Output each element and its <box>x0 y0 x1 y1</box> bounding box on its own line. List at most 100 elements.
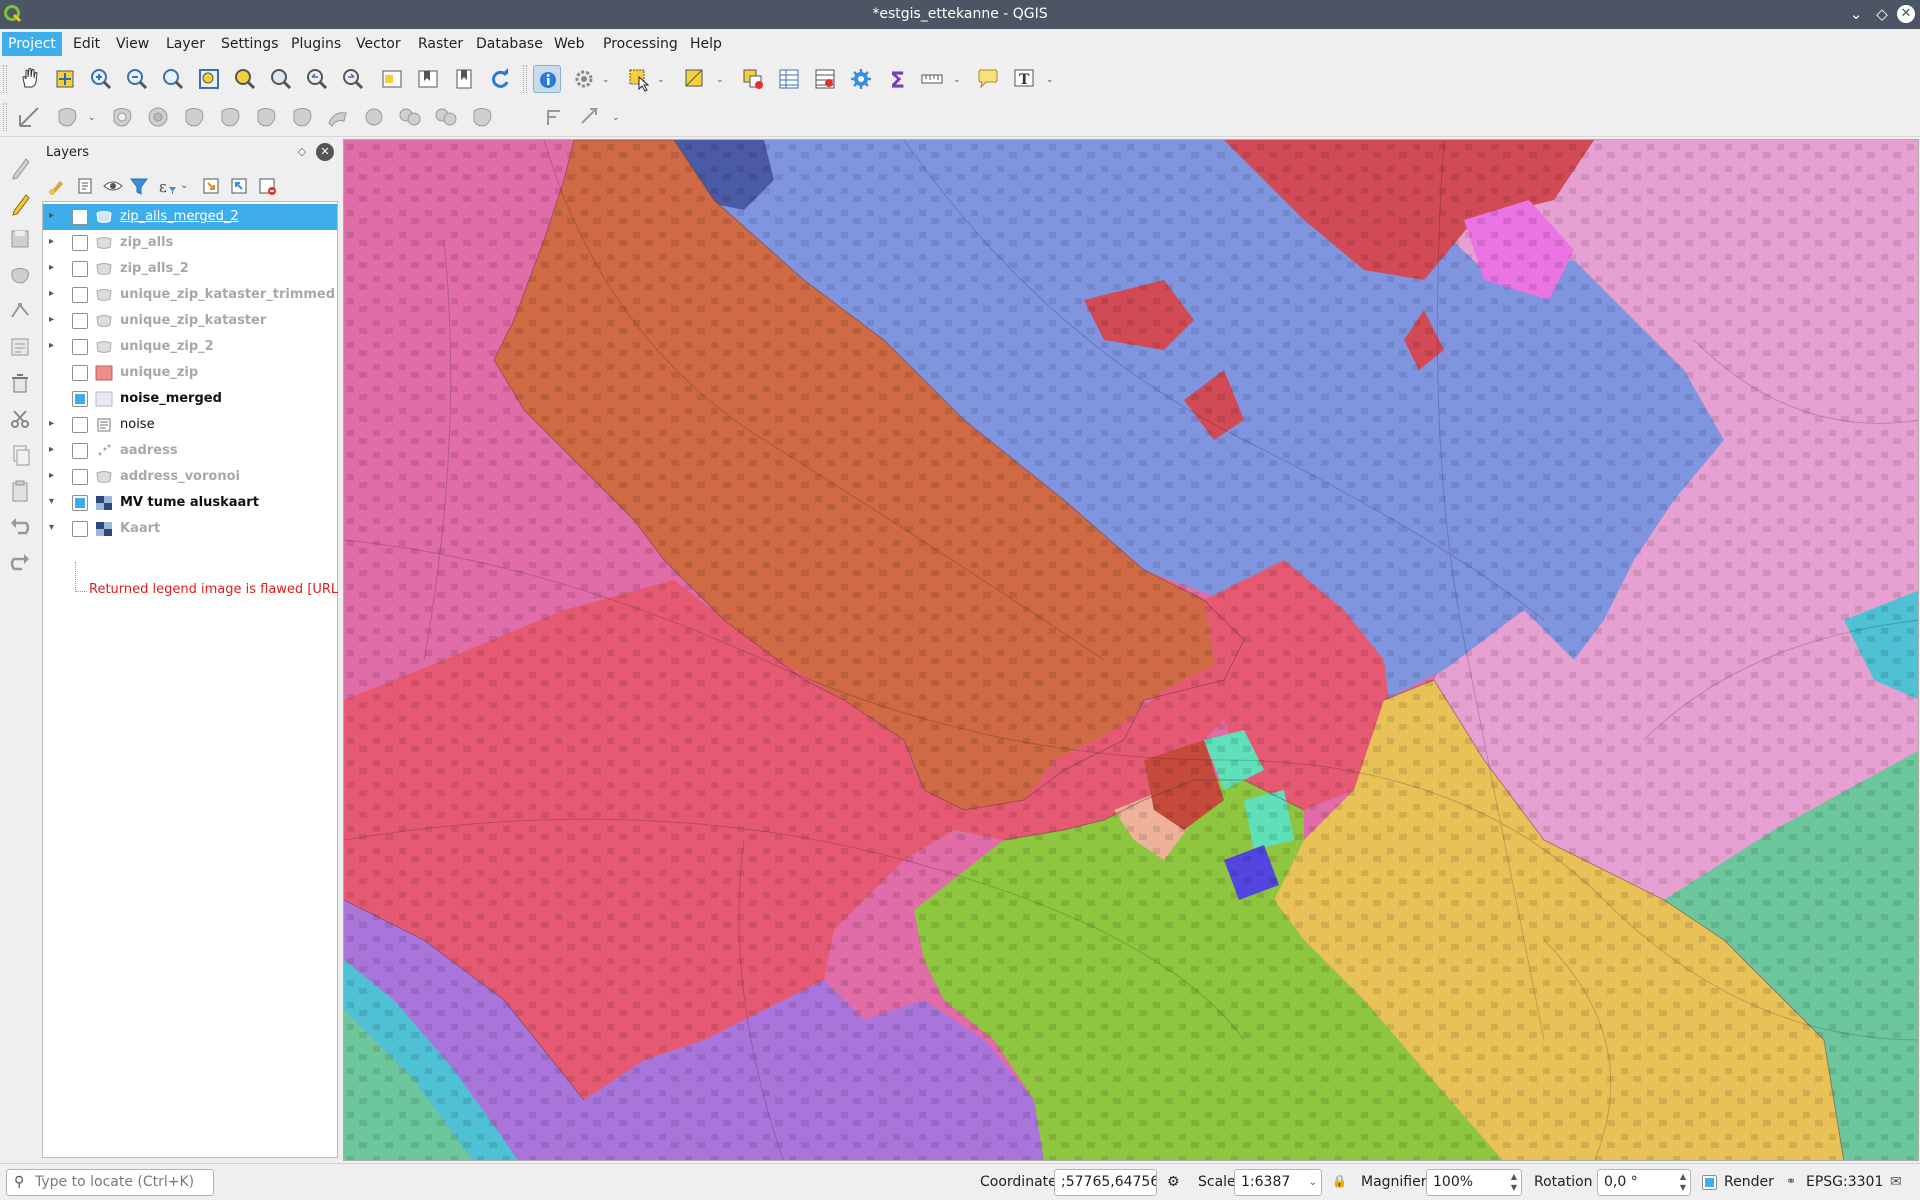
menu-edit[interactable]: Edit <box>67 32 106 56</box>
undo-icon[interactable] <box>6 513 34 541</box>
lock-scale-icon[interactable]: 🔒 <box>1332 1174 1347 1188</box>
magnifier-spinbox[interactable]: 100% ▲ ▼ <box>1426 1169 1522 1196</box>
layer-visibility-checkbox[interactable] <box>72 495 88 511</box>
pan-map-icon[interactable] <box>15 65 43 93</box>
dropdown-arrow-icon[interactable]: ⌄ <box>612 113 622 123</box>
layer-visibility-checkbox[interactable] <box>72 417 88 433</box>
filter-legend-icon[interactable] <box>128 175 150 197</box>
show-bookmarks-icon[interactable] <box>450 65 478 93</box>
merge-attributes-icon[interactable] <box>432 103 460 131</box>
expand-arrow-icon[interactable]: ▸ <box>49 314 61 326</box>
layer-tree[interactable]: ▸ zip_alls_merged_2 ▸ zip_alls ▸ zip_all… <box>42 201 338 1158</box>
split-features-icon[interactable] <box>324 103 352 131</box>
expand-arrow-icon[interactable]: ▸ <box>49 444 61 456</box>
layer-visibility-checkbox[interactable] <box>72 339 88 355</box>
delete-selected-icon[interactable] <box>6 369 34 397</box>
statistical-summary-icon[interactable] <box>811 65 839 93</box>
layer-row-unique-zip-2[interactable]: ▸ unique_zip_2 <box>43 334 337 360</box>
layer-row-noise-merged[interactable]: noise_merged <box>43 386 337 412</box>
menu-processing[interactable]: Processing <box>597 32 684 56</box>
style-manager-icon[interactable] <box>46 175 68 197</box>
layer-row-unique-zip-kataster[interactable]: ▸ unique_zip_kataster <box>43 308 337 334</box>
reshape-icon[interactable] <box>252 103 280 131</box>
layer-row-aadress[interactable]: ▸ aadress <box>43 438 337 464</box>
layer-visibility-checkbox[interactable] <box>72 443 88 459</box>
layer-visibility-checkbox[interactable] <box>72 365 88 381</box>
menu-project[interactable]: Project <box>2 32 62 56</box>
collapse-arrow-icon[interactable]: ▾ <box>49 496 61 508</box>
menu-plugins[interactable]: Plugins <box>285 32 347 56</box>
open-attribute-table-icon[interactable] <box>775 65 803 93</box>
run-action-icon[interactable] <box>570 65 598 93</box>
toggle-extents-icon[interactable]: ⚙ <box>1167 1174 1180 1190</box>
layer-row-zip-alls-merged-2[interactable]: ▸ zip_alls_merged_2 <box>43 204 337 230</box>
toggle-editing-icon[interactable] <box>6 189 34 217</box>
menu-layer[interactable]: Layer <box>160 32 211 56</box>
map-canvas[interactable] <box>343 139 1919 1161</box>
zoom-in-icon[interactable] <box>87 65 115 93</box>
zoom-native-icon[interactable] <box>159 65 187 93</box>
scale-combobox[interactable]: 1:6387 ⌄ <box>1234 1169 1322 1196</box>
layer-row-noise[interactable]: ▸ noise <box>43 412 337 438</box>
layer-row-address-voronoi[interactable]: ▸ address_voronoi <box>43 464 337 490</box>
render-checkbox[interactable] <box>1702 1175 1717 1190</box>
toolbox-icon[interactable] <box>847 65 875 93</box>
collapse-arrow-icon[interactable]: ▾ <box>49 522 61 534</box>
redo-icon[interactable] <box>6 549 34 577</box>
remove-layer-icon[interactable] <box>256 175 278 197</box>
fill-ring-icon[interactable] <box>144 103 172 131</box>
add-ring-icon[interactable] <box>53 103 81 131</box>
new-map-view-icon[interactable] <box>378 65 406 93</box>
dropdown-arrow-icon[interactable]: ⌄ <box>1046 75 1056 85</box>
manage-visibility-icon[interactable] <box>102 175 124 197</box>
current-edits-icon[interactable] <box>6 153 34 181</box>
dropdown-arrow-icon[interactable]: ⌄ <box>602 75 612 85</box>
expand-arrow-icon[interactable]: ▸ <box>49 470 61 482</box>
menu-help[interactable]: Help <box>684 32 728 56</box>
reverse-line-icon[interactable] <box>576 103 604 131</box>
toolbar-grip[interactable] <box>523 65 527 93</box>
zoom-out-icon[interactable] <box>123 65 151 93</box>
layer-row-unique-zip[interactable]: unique_zip <box>43 360 337 386</box>
delete-part-icon[interactable] <box>216 103 244 131</box>
menu-raster[interactable]: Raster <box>412 32 469 56</box>
merge-features-icon[interactable] <box>396 103 424 131</box>
cut-features-icon[interactable] <box>6 405 34 433</box>
layer-visibility-checkbox[interactable] <box>72 313 88 329</box>
collapse-all-icon[interactable] <box>228 175 250 197</box>
expand-arrow-icon[interactable]: ▸ <box>49 262 61 274</box>
field-calculator-icon[interactable]: Σ <box>883 65 911 94</box>
modify-attributes-icon[interactable] <box>6 333 34 361</box>
expand-arrow-icon[interactable]: ▸ <box>49 236 61 248</box>
simplify-icon[interactable] <box>540 103 568 131</box>
toolbar-grip[interactable] <box>3 65 7 93</box>
layer-visibility-checkbox[interactable] <box>72 261 88 277</box>
dropdown-arrow-icon[interactable]: ⌄ <box>716 75 726 85</box>
zoom-last-icon[interactable] <box>303 65 331 93</box>
filter-expression-icon[interactable]: ε <box>156 175 178 197</box>
zoom-next-icon[interactable] <box>339 65 367 93</box>
zoom-to-layer-icon[interactable] <box>267 65 295 93</box>
layer-visibility-checkbox[interactable] <box>72 209 88 225</box>
coordinate-field[interactable]: ;57765,6475655 <box>1054 1169 1157 1196</box>
zoom-to-selection-icon[interactable] <box>231 65 259 93</box>
expand-arrow-icon[interactable]: ▸ <box>49 210 61 222</box>
dropdown-arrow-icon[interactable]: ⌄ <box>657 75 667 85</box>
dropdown-arrow-icon[interactable]: ⌄ <box>953 75 963 85</box>
menu-vector[interactable]: Vector <box>350 32 407 56</box>
expand-all-icon[interactable] <box>200 175 222 197</box>
expand-arrow-icon[interactable]: ▸ <box>49 418 61 430</box>
add-feature-icon[interactable] <box>6 261 34 289</box>
copy-features-icon[interactable] <box>6 441 34 469</box>
identify-features-icon[interactable] <box>533 65 561 93</box>
close-panel-icon[interactable]: ✕ <box>316 143 334 161</box>
locator-search-input[interactable]: ⚲ Type to locate (Ctrl+K) <box>6 1169 214 1196</box>
vertex-tool-icon[interactable] <box>6 297 34 325</box>
expand-arrow-icon[interactable]: ▸ <box>49 340 61 352</box>
layer-row-kaart[interactable]: ▾ Kaart <box>43 516 337 542</box>
layer-visibility-checkbox[interactable] <box>72 521 88 537</box>
zoom-full-icon[interactable] <box>195 65 223 93</box>
expand-arrow-icon[interactable]: ▸ <box>49 288 61 300</box>
menu-database[interactable]: Database <box>470 32 549 56</box>
menu-view[interactable]: View <box>110 32 155 56</box>
